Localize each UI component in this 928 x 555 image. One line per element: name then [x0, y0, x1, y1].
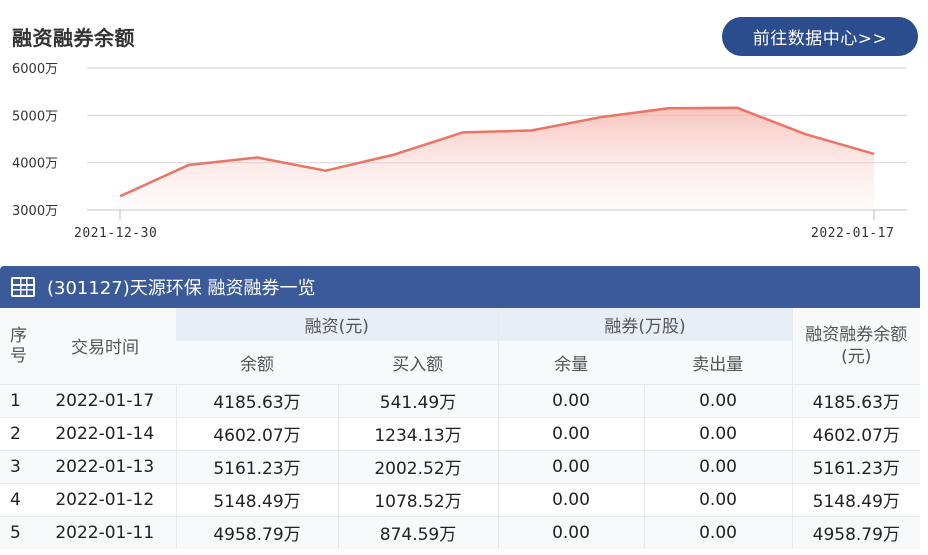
cell-fin-buy: 874.59万	[337, 515, 499, 549]
y-axis-labels: 6000万 5000万 4000万 3000万	[12, 62, 58, 219]
x-tick-label: 2021-12-30	[74, 226, 157, 241]
y-tick-label: 6000万	[12, 62, 58, 77]
table-row: 1 2022-01-17 4185.63万 541.49万 0.00 0.00 …	[0, 383, 921, 417]
table-row: 4 2022-01-12 5148.49万 1078.52万 0.00 0.00…	[0, 482, 921, 516]
cell-seq: 5	[0, 515, 34, 549]
y-tick-label: 5000万	[12, 109, 58, 124]
cell-date: 2022-01-14	[34, 416, 176, 450]
col-lend-sell-header: 卖出量	[644, 341, 793, 384]
cell-lend-sell: 0.00	[643, 383, 793, 417]
cell-fin-buy: 1078.52万	[337, 482, 499, 516]
data-center-button[interactable]: 前往数据中心>>	[722, 17, 918, 56]
table-header-title: (301127)天源环保 融资融券一览	[47, 278, 316, 299]
table-row: 2 2022-01-14 4602.07万 1234.13万 0.00 0.00…	[0, 416, 921, 450]
cell-fin-balance: 5161.23万	[175, 449, 338, 483]
cell-lend-sell: 0.00	[643, 482, 793, 516]
table-header-bar: (301127)天源环保 融资融券一览	[0, 266, 920, 308]
col-fin-buy-header: 买入额	[338, 341, 499, 384]
cell-seq: 3	[0, 449, 34, 483]
balance-area	[120, 107, 874, 210]
cell-date: 2022-01-17	[34, 383, 176, 417]
cell-date: 2022-01-11	[34, 515, 176, 549]
col-seq-header: 序号	[0, 308, 34, 384]
cell-lend-balance: 0.00	[497, 515, 645, 549]
cell-date: 2022-01-13	[34, 449, 176, 483]
cell-total: 5161.23万	[791, 449, 921, 483]
cell-seq: 1	[0, 383, 34, 417]
y-tick-label: 3000万	[12, 204, 58, 219]
cell-total: 4185.63万	[791, 383, 921, 417]
chart-title: 融资融券余额	[12, 26, 135, 50]
cell-fin-balance: 4958.79万	[175, 515, 338, 549]
cell-seq: 2	[0, 416, 34, 450]
margin-trading-table: 序号 交易时间 融资(元) 融券(万股) 融资融券余额(元) 余额 买入额 余量…	[0, 308, 921, 549]
cell-total: 4602.07万	[791, 416, 921, 450]
cell-date: 2022-01-12	[34, 482, 176, 516]
cell-lend-balance: 0.00	[497, 416, 645, 450]
cell-fin-buy: 1234.13万	[337, 416, 499, 450]
cell-total: 5148.49万	[791, 482, 921, 516]
cell-lend-sell: 0.00	[643, 515, 793, 549]
lending-group-header: 融券(万股)	[497, 308, 793, 341]
cell-lend-balance: 0.00	[497, 449, 645, 483]
col-date-header: 交易时间	[34, 308, 176, 384]
cell-total: 4958.79万	[791, 515, 921, 549]
cell-fin-balance: 4602.07万	[175, 416, 338, 450]
financing-group-header: 融资(元)	[176, 308, 499, 341]
cell-fin-balance: 5148.49万	[175, 482, 338, 516]
cell-lend-sell: 0.00	[643, 416, 793, 450]
x-tick-label: 2022-01-17	[811, 226, 894, 241]
cell-fin-buy: 541.49万	[337, 383, 499, 417]
cell-seq: 4	[0, 482, 34, 516]
col-lend-balance-header: 余量	[497, 341, 645, 384]
table-grid-icon	[11, 277, 35, 297]
col-total-header: 融资融券余额(元)	[791, 308, 921, 384]
y-tick-label: 4000万	[12, 157, 58, 172]
margin-balance-chart: 6000万 5000万 4000万 3000万 2021-12-30 2022-01-1…	[12, 62, 907, 241]
cell-fin-buy: 2002.52万	[337, 449, 499, 483]
cell-lend-balance: 0.00	[497, 383, 645, 417]
cell-fin-balance: 4185.63万	[175, 383, 338, 417]
x-axis: 2021-12-30 2022-01-17	[74, 210, 894, 241]
cell-lend-sell: 0.00	[643, 449, 793, 483]
table-row: 5 2022-01-11 4958.79万 874.59万 0.00 0.00 …	[0, 515, 921, 549]
col-fin-balance-header: 余额	[176, 341, 338, 384]
table-row: 3 2022-01-13 5161.23万 2002.52万 0.00 0.00…	[0, 449, 921, 483]
cell-lend-balance: 0.00	[497, 482, 645, 516]
